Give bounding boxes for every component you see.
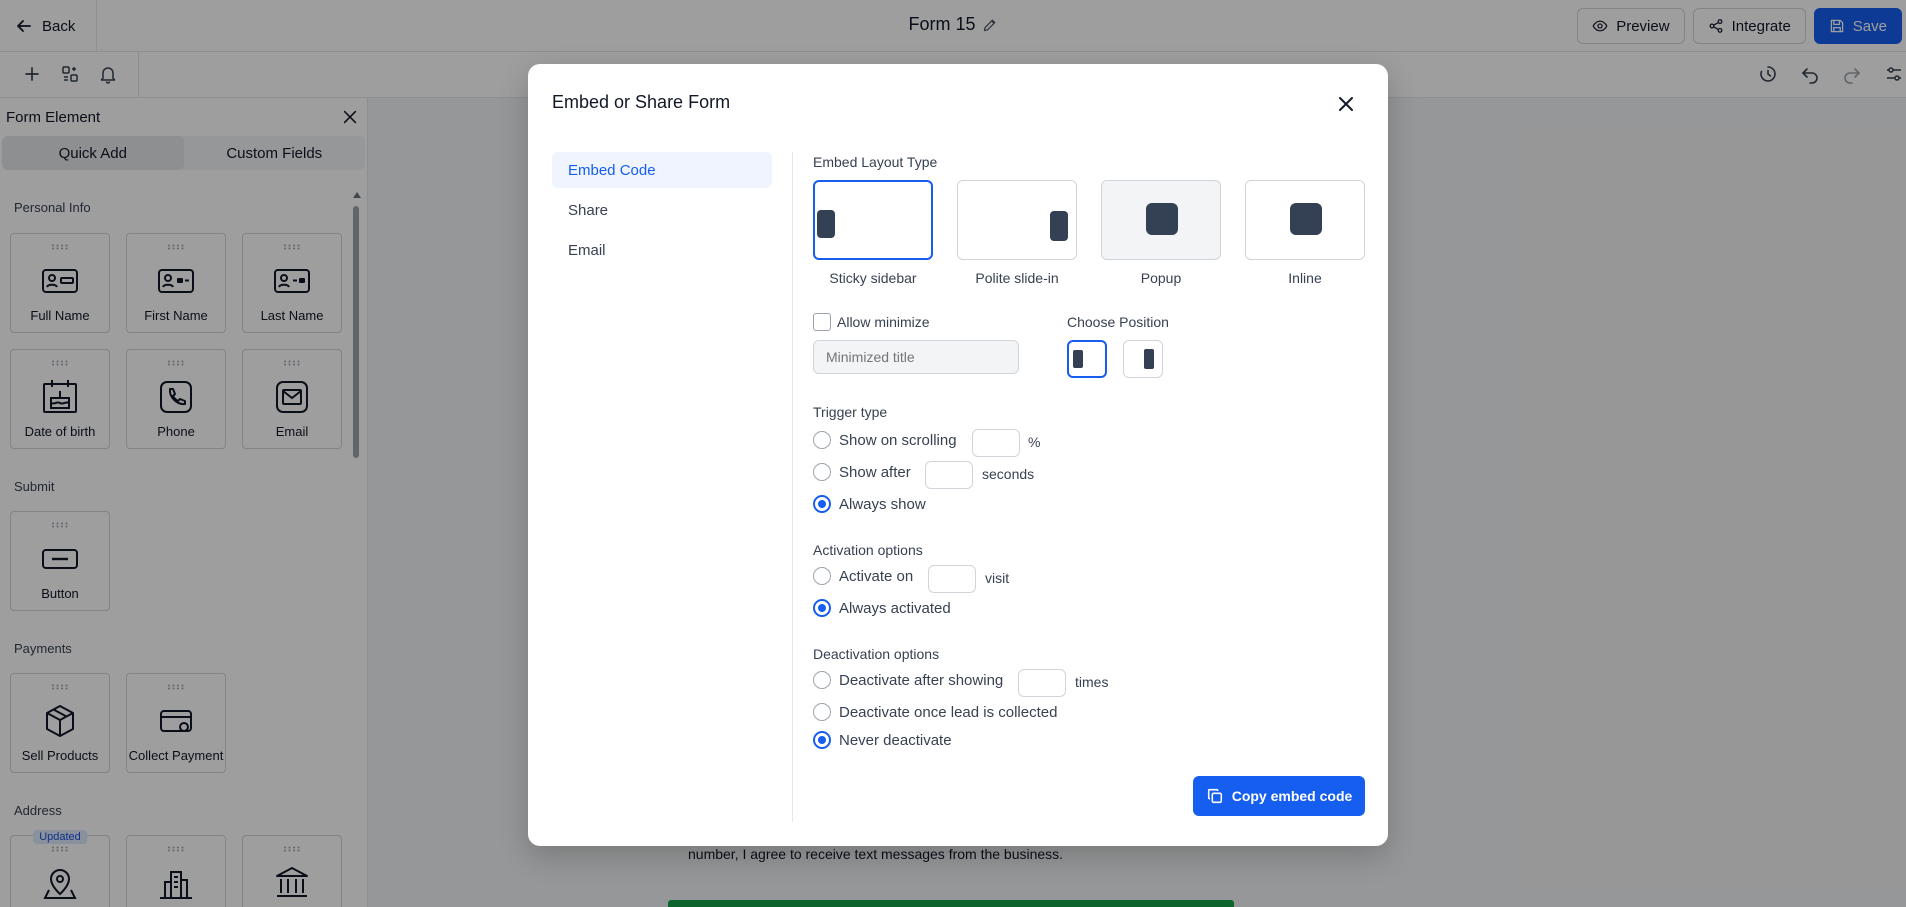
position-left-option[interactable] — [1067, 340, 1107, 378]
radio-always-show[interactable] — [813, 495, 831, 513]
modal-title: Embed or Share Form — [552, 92, 731, 112]
embed-share-modal: Embed or Share Form Embed Code Share Ema… — [528, 64, 1388, 846]
radio-activate-on[interactable] — [813, 567, 831, 585]
layout-preview-mark — [1290, 203, 1322, 235]
embed-code-panel: Embed Layout Type Sticky sidebar Polite … — [813, 64, 1373, 846]
always-show-label: Always show — [839, 496, 926, 513]
radio-show-after[interactable] — [813, 463, 831, 481]
scroll-percent-input[interactable] — [972, 429, 1020, 457]
modal-nav: Embed Code Share Email — [552, 152, 772, 272]
activate-on-visit-input[interactable] — [928, 565, 976, 593]
layout-caption: Polite slide-in — [975, 270, 1059, 286]
layout-inline[interactable] — [1245, 180, 1365, 260]
copy-icon — [1207, 788, 1222, 804]
percent-unit: % — [1028, 434, 1041, 450]
show-after-seconds-input[interactable] — [925, 461, 973, 489]
layout-preview-mark — [817, 210, 835, 238]
modal-divider — [792, 152, 793, 822]
activation-options-label: Activation options — [813, 542, 923, 558]
deactivation-options-label: Deactivation options — [813, 646, 940, 662]
layout-preview-mark — [1146, 203, 1178, 235]
minimized-title-input[interactable] — [813, 340, 1019, 374]
layout-sticky-sidebar[interactable] — [813, 180, 933, 260]
position-preview-mark — [1144, 349, 1154, 369]
layout-polite-slide-in[interactable] — [957, 180, 1077, 260]
choose-position-label: Choose Position — [1067, 314, 1169, 330]
copy-embed-code-button[interactable]: Copy embed code — [1193, 776, 1365, 816]
position-right-option[interactable] — [1123, 340, 1163, 378]
nav-embed-code[interactable]: Embed Code — [552, 152, 772, 188]
layout-popup[interactable] — [1101, 180, 1221, 260]
trigger-type-label: Trigger type — [813, 404, 888, 420]
allow-minimize-label: Allow minimize — [837, 314, 930, 330]
show-after-label: Show after — [839, 464, 911, 481]
layout-caption: Sticky sidebar — [829, 270, 917, 286]
radio-never-deactivate[interactable] — [813, 731, 831, 749]
allow-minimize-checkbox[interactable] — [813, 313, 831, 331]
seconds-unit: seconds — [982, 466, 1035, 482]
never-deactivate-label: Never deactivate — [839, 732, 952, 749]
position-preview-mark — [1073, 350, 1083, 368]
layout-preview-mark — [1050, 211, 1068, 241]
deactivate-once-lead-label: Deactivate once lead is collected — [839, 704, 1058, 721]
visit-unit: visit — [985, 570, 1010, 586]
times-unit: times — [1075, 674, 1109, 690]
radio-always-activated[interactable] — [813, 599, 831, 617]
nav-email[interactable]: Email — [552, 232, 772, 268]
layout-caption: Inline — [1288, 270, 1322, 286]
radio-deactivate-after-showing[interactable] — [813, 671, 831, 689]
always-activated-label: Always activated — [839, 600, 951, 617]
nav-share[interactable]: Share — [552, 192, 772, 228]
deactivate-after-showing-label: Deactivate after showing — [839, 672, 1004, 689]
embed-layout-label: Embed Layout Type — [813, 154, 938, 170]
activate-on-label: Activate on — [839, 568, 914, 585]
layout-caption: Popup — [1140, 270, 1182, 286]
radio-show-on-scrolling[interactable] — [813, 431, 831, 449]
radio-deactivate-once-lead[interactable] — [813, 703, 831, 721]
show-on-scrolling-label: Show on scrolling — [839, 432, 957, 449]
copy-embed-code-label: Copy embed code — [1231, 788, 1353, 804]
deactivate-times-input[interactable] — [1018, 669, 1066, 697]
